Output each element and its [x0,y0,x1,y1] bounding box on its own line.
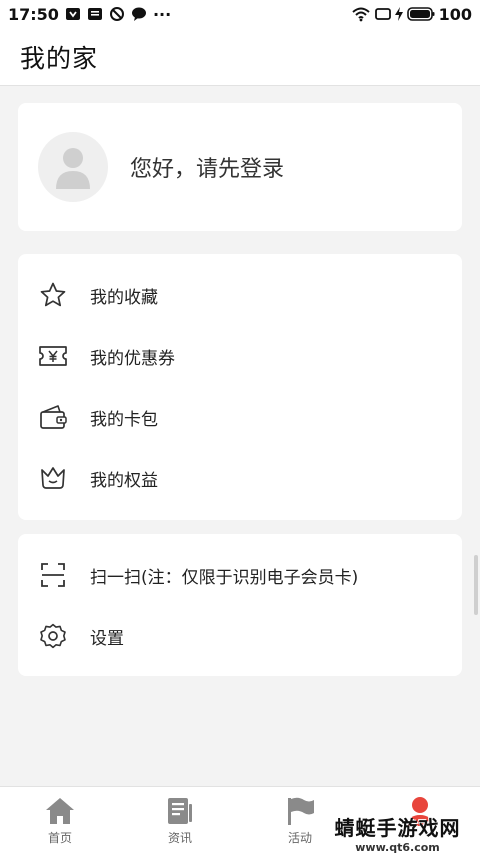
battery-percent: 100 [438,4,472,24]
news-icon [163,795,197,827]
tab-label: 资讯 [167,831,192,845]
wifi-icon [351,6,371,22]
wallet-icon [38,402,68,432]
login-prompt[interactable]: 您好，请先登录 [130,151,284,183]
menu-item-coupons[interactable]: 我的优惠券 [18,326,462,386]
default-user-icon [56,148,90,189]
site-watermark: 蜻蜓手游戏网 www.qt6.com [320,812,475,854]
star-icon [38,280,68,310]
notification-chat-icon [131,6,147,22]
menu-item-label: 设置 [90,628,124,649]
menu-item-label: 我的卡包 [90,409,158,430]
menu-group-personal: 我的收藏 我的优惠券 我的卡包 我的权益 [18,254,462,520]
menu-item-favorites[interactable]: 我的收藏 [18,265,462,325]
notification-block-icon [109,6,125,22]
watermark-main: 蜻蜓手游戏网 [334,816,461,840]
tab-label: 首页 [47,831,72,845]
avatar[interactable] [38,132,108,202]
menu-group-tools: 扫一扫(注：仅限于识别电子会员卡) 设置 [18,534,462,676]
home-icon [43,795,77,827]
status-bar: 17:50 ··· 100 [0,0,480,28]
screen-cast-icon [374,7,391,21]
crown-icon [38,463,68,493]
page-title: 我的家 [20,43,99,73]
menu-item-label: 我的收藏 [90,287,158,308]
tab-label: 活动 [287,831,312,845]
tab-news[interactable]: 资讯 [120,787,240,854]
battery-icon [406,7,435,21]
tab-home[interactable]: 首页 [0,787,120,854]
scrollbar-thumb[interactable] [474,555,478,615]
page-header: 我的家 [0,28,480,86]
watermark-url: www.qt6.com [355,841,440,854]
gear-icon [38,621,68,651]
menu-item-label: 扫一扫(注：仅限于识别电子会员卡) [90,567,359,588]
status-left: 17:50 ··· [8,5,171,24]
status-more-dots: ··· [152,4,172,24]
scan-icon [38,560,68,590]
coupon-icon [38,341,68,371]
notification-mail-icon [87,6,103,22]
charging-bolt-icon [394,7,403,21]
menu-item-scan[interactable]: 扫一扫(注：仅限于识别电子会员卡) [18,545,462,605]
menu-item-label: 我的权益 [90,470,158,491]
login-card[interactable]: 您好，请先登录 [18,103,462,231]
menu-item-benefits[interactable]: 我的权益 [18,448,462,508]
status-right: 100 [351,5,472,24]
status-time: 17:50 [8,4,59,24]
notification-shield-icon [65,6,81,22]
menu-item-settings[interactable]: 设置 [18,606,462,666]
menu-item-label: 我的优惠券 [90,348,175,369]
flag-icon [283,795,317,827]
menu-item-wallet[interactable]: 我的卡包 [18,387,462,447]
